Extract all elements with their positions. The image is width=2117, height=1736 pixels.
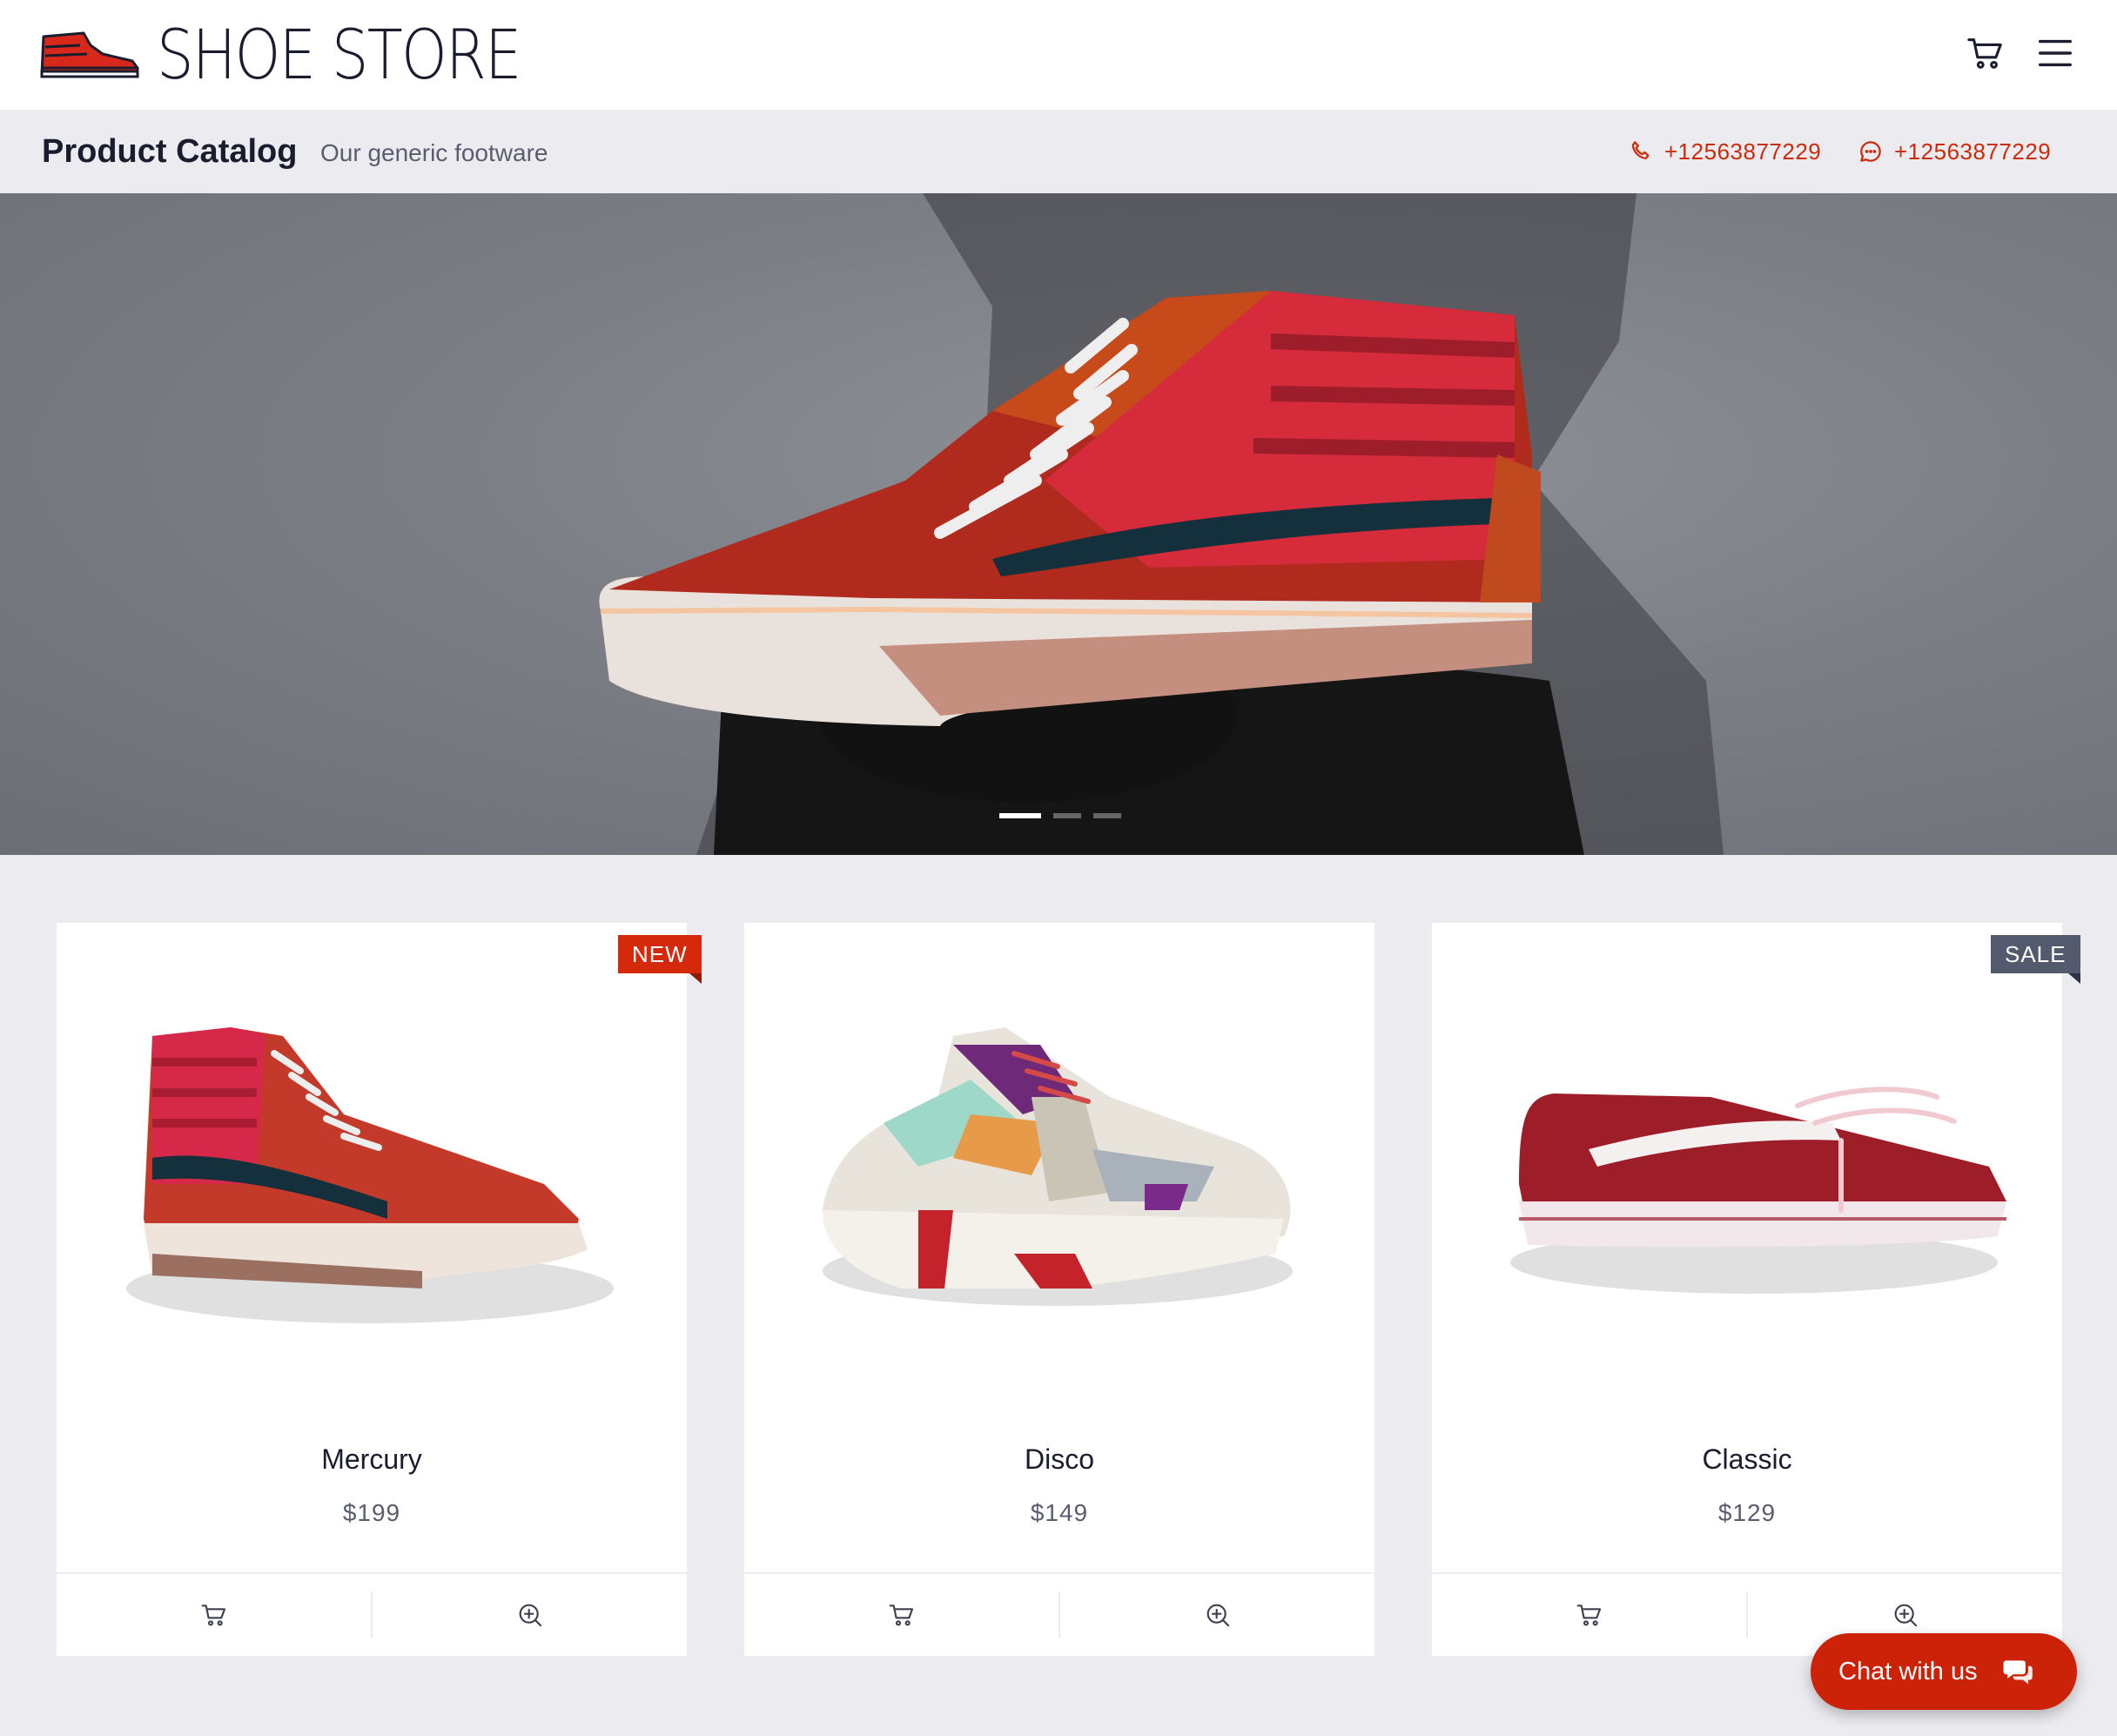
chat-label: Chat with us — [1838, 1657, 1978, 1686]
product-price: $129 — [1717, 1499, 1777, 1526]
sale-badge: SALE — [1991, 935, 2080, 984]
catalog-bar: Product Catalog Our generic footware +12… — [0, 110, 2117, 193]
zoom-in-icon — [519, 1604, 541, 1627]
zoom-in-icon — [1894, 1604, 1917, 1627]
product-image[interactable] — [1432, 923, 2062, 1410]
hero-carousel[interactable] — [0, 193, 2117, 855]
quick-view-button[interactable] — [1746, 1591, 2062, 1638]
product-card: SALE Classic $129 — [1432, 923, 2080, 1656]
phone-link[interactable]: +12563877229 — [1628, 134, 1821, 169]
chat-bubbles-icon — [2003, 1660, 2033, 1685]
phone-icon — [1631, 141, 1650, 159]
cart-icon — [201, 1605, 225, 1626]
carousel-indicators — [999, 813, 1121, 818]
cart-icon — [889, 1605, 913, 1626]
product-card: NEW Mercury $199 — [57, 923, 702, 1656]
chat-bubble-icon — [1860, 141, 1881, 162]
product-price: $149 — [1030, 1499, 1089, 1526]
message-link[interactable]: +12563877229 — [1858, 134, 2051, 169]
product-image[interactable] — [744, 923, 1374, 1410]
add-to-cart-button[interactable] — [57, 1574, 371, 1656]
product-name[interactable]: Classic — [1432, 1442, 2062, 1477]
quick-view-button[interactable] — [1058, 1591, 1374, 1638]
message-number: +12563877229 — [1894, 138, 2052, 165]
chat-with-us-button[interactable]: Chat with us — [1811, 1633, 2077, 1710]
hamburger-menu-icon[interactable] — [2035, 33, 2075, 73]
new-badge: NEW — [618, 935, 702, 984]
page-subtitle: Our generic footware — [320, 139, 548, 166]
product-price: $199 — [342, 1499, 401, 1526]
quick-view-button[interactable] — [371, 1591, 687, 1638]
brand-name[interactable]: SHOE STORE — [157, 16, 521, 96]
phone-number: +12563877229 — [1664, 138, 1822, 165]
carousel-dot-3[interactable] — [1093, 813, 1121, 818]
add-to-cart-button[interactable] — [744, 1574, 1058, 1656]
carousel-dot-2[interactable] — [1053, 813, 1081, 818]
product-name[interactable]: Disco — [744, 1442, 1374, 1477]
add-to-cart-button[interactable] — [1432, 1574, 1746, 1656]
product-name[interactable]: Mercury — [57, 1442, 687, 1477]
product-actions — [57, 1572, 687, 1656]
product-card: Disco $149 — [744, 923, 1374, 1656]
top-navbar: SHOE STORE — [0, 0, 2117, 110]
carousel-dot-1[interactable] — [999, 813, 1041, 818]
product-actions — [744, 1572, 1374, 1656]
cart-icon — [1576, 1605, 1601, 1626]
cart-icon[interactable] — [1966, 33, 2006, 73]
page-title: Product Catalog — [42, 133, 298, 170]
zoom-in-icon — [1206, 1604, 1229, 1627]
product-image[interactable] — [57, 923, 687, 1410]
hero-sneaker-image — [599, 193, 1724, 855]
sneaker-logo-icon[interactable] — [38, 30, 141, 80]
